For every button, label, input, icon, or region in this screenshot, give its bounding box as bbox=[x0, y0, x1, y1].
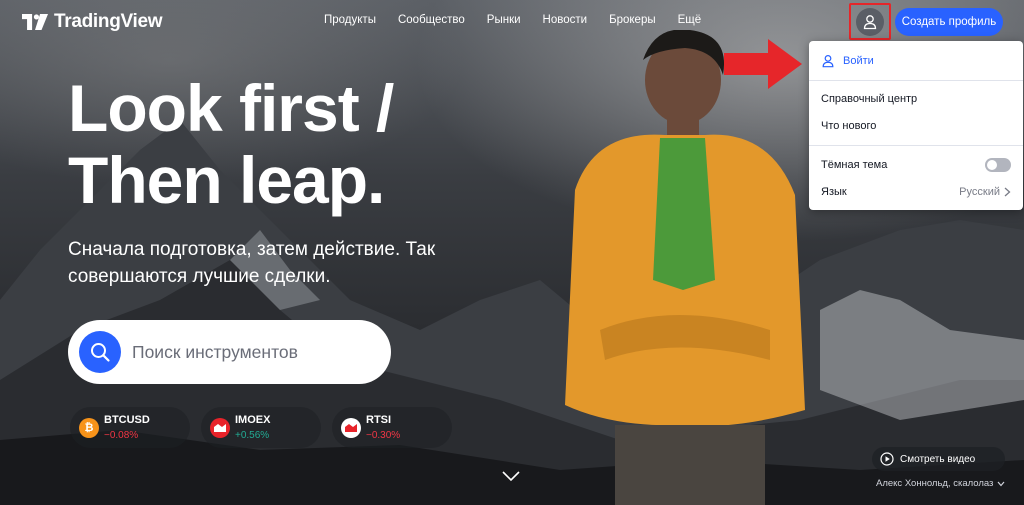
user-menu-button[interactable] bbox=[856, 8, 884, 36]
red-arrow-annotation bbox=[724, 39, 802, 89]
tradingview-logo[interactable]: TradingView bbox=[22, 11, 163, 33]
login-label: Войти bbox=[843, 54, 874, 67]
watch-video-button[interactable]: Смотреть видео bbox=[872, 447, 1005, 471]
ticker-symbol: IMOEX bbox=[235, 414, 271, 426]
whats-new-menu-item[interactable]: Что нового bbox=[821, 116, 1011, 136]
top-header: TradingView Продукты Сообщество Рынки Но… bbox=[0, 0, 1024, 44]
nav-more[interactable]: Ещё bbox=[678, 14, 702, 26]
hero-subline: Сначала подготовка, затем действие. Так … bbox=[68, 239, 436, 287]
nav-markets[interactable]: Рынки bbox=[487, 14, 521, 26]
ticker-change: −0.30% bbox=[366, 430, 401, 441]
help-center-menu-item[interactable]: Справочный центр bbox=[821, 89, 1011, 109]
dark-theme-label: Тёмная тема bbox=[821, 159, 888, 171]
play-icon bbox=[880, 452, 894, 466]
nav-products[interactable]: Продукты bbox=[324, 14, 376, 26]
search-icon bbox=[91, 343, 110, 362]
headline-line-1: Look first / bbox=[68, 71, 394, 145]
user-icon bbox=[822, 54, 834, 67]
login-menu-item[interactable]: Войти bbox=[809, 41, 1023, 80]
user-icon bbox=[863, 15, 877, 30]
symbol-search-input[interactable]: Поиск инструментов bbox=[68, 320, 391, 384]
rts-icon bbox=[341, 418, 361, 438]
photo-credit[interactable]: Алекс Хоннольд, скалолаз bbox=[876, 478, 1005, 489]
main-nav: Продукты Сообщество Рынки Новости Брокер… bbox=[324, 14, 701, 26]
nav-brokers[interactable]: Брокеры bbox=[609, 14, 656, 26]
dark-theme-toggle[interactable] bbox=[985, 158, 1011, 172]
ticker-btcusd[interactable]: ₿ BTCUSD −0.08% bbox=[70, 407, 190, 448]
watch-video-label: Смотреть видео bbox=[900, 453, 976, 465]
language-value-text: Русский bbox=[959, 186, 1000, 198]
ticker-symbol: BTCUSD bbox=[104, 414, 150, 426]
menu-divider bbox=[809, 145, 1023, 146]
language-label: Язык bbox=[821, 186, 847, 198]
ticker-change: +0.56% bbox=[235, 430, 270, 441]
whats-new-label: Что нового bbox=[821, 120, 877, 132]
nav-news[interactable]: Новости bbox=[543, 14, 588, 26]
bitcoin-icon: ₿ bbox=[79, 418, 99, 438]
language-value: Русский bbox=[959, 186, 1011, 198]
moex-icon bbox=[210, 418, 230, 438]
search-button[interactable] bbox=[79, 331, 121, 373]
dark-theme-menu-item[interactable]: Тёмная тема bbox=[821, 155, 1011, 175]
chevron-down-icon bbox=[997, 481, 1005, 486]
hero-headline: Look first / Then leap. bbox=[68, 71, 394, 217]
ticker-change: −0.08% bbox=[104, 430, 139, 441]
photo-credit-text: Алекс Хоннольд, скалолаз bbox=[876, 478, 994, 489]
ticker-rtsi[interactable]: RTSI −0.30% bbox=[332, 407, 452, 448]
ticker-imoex[interactable]: IMOEX +0.56% bbox=[201, 407, 321, 448]
tradingview-logo-icon bbox=[22, 14, 48, 30]
help-center-label: Справочный центр bbox=[821, 93, 918, 105]
logo-text: TradingView bbox=[54, 11, 163, 32]
climber-photo bbox=[565, 30, 805, 505]
nav-community[interactable]: Сообщество bbox=[398, 14, 465, 26]
search-placeholder: Поиск инструментов bbox=[132, 342, 298, 362]
chevron-right-icon bbox=[1004, 187, 1011, 197]
menu-divider bbox=[809, 80, 1023, 81]
user-dropdown-menu: Войти Справочный центр Что нового Тёмная… bbox=[809, 41, 1023, 210]
create-profile-button[interactable]: Создать профиль bbox=[895, 8, 1003, 36]
language-menu-item[interactable]: Язык Русский bbox=[821, 182, 1011, 202]
headline-line-2: Then leap. bbox=[68, 143, 385, 217]
scroll-down-chevron-icon[interactable] bbox=[502, 470, 520, 482]
ticker-symbol: RTSI bbox=[366, 414, 392, 426]
